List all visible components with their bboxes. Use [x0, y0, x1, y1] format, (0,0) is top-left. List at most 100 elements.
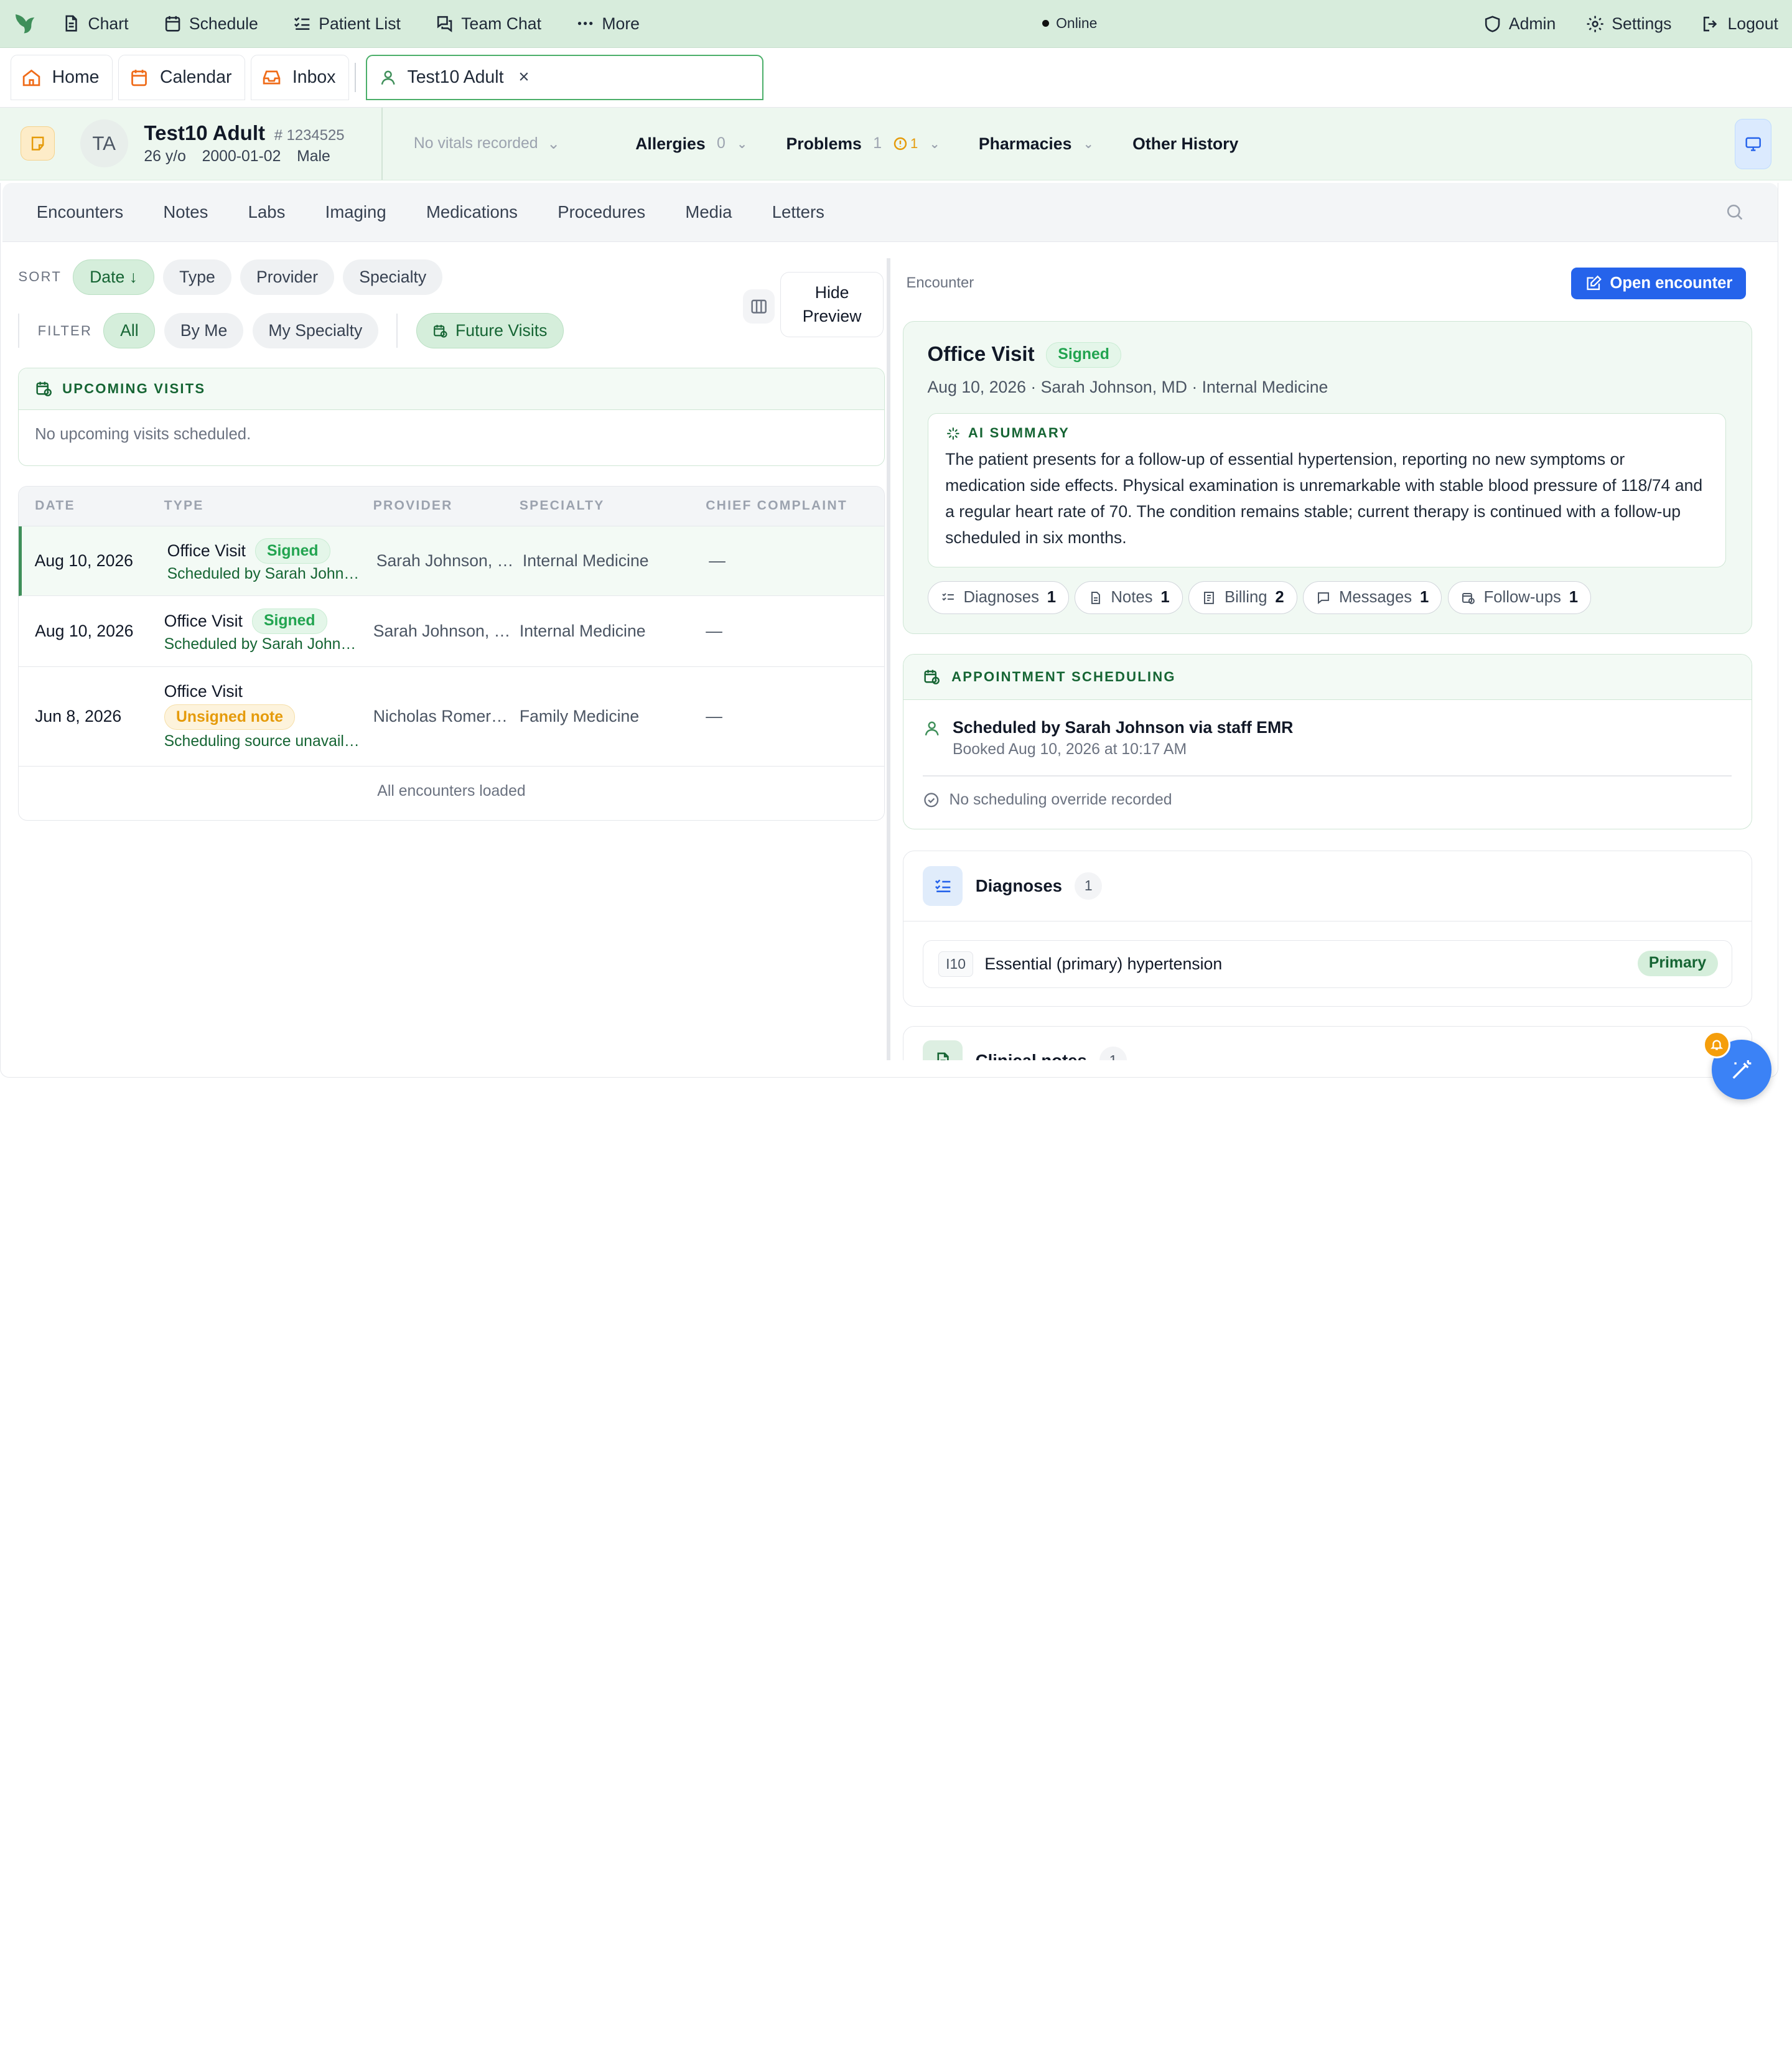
tab-inbox[interactable]: Inbox — [250, 54, 349, 101]
nav-settings[interactable]: Settings — [1585, 14, 1671, 34]
chevron-down-icon: ⌄ — [547, 136, 561, 153]
nav-more-label: More — [602, 14, 640, 33]
alert-circle-icon — [894, 138, 907, 151]
tab-imaging[interactable]: Imaging — [325, 202, 386, 222]
filter-by-me-chip[interactable]: By Me — [164, 313, 243, 349]
app-root: Chart Schedule Patient List Team Chat Mo… — [0, 0, 1792, 1120]
pill-follow-ups-count: 1 — [1569, 589, 1578, 607]
diagnoses-card: Diagnoses 1 I10 Essential (primary) hype… — [902, 850, 1752, 1007]
message-icon — [1318, 592, 1330, 604]
encounter-summary-card: Office Visit Signed Aug 10, 2026 · Sarah… — [902, 321, 1752, 635]
col-chief-complaint[interactable]: CHIEF COMPLAINT — [706, 498, 884, 513]
patient-sex: Male — [297, 147, 330, 165]
nav-team-chat[interactable]: Team Chat — [435, 14, 541, 33]
other-history-label: Other History — [1132, 134, 1239, 153]
pharmacies-dropdown[interactable]: Pharmacies ⌄ — [979, 134, 1094, 154]
filter-all-chip[interactable]: All — [103, 313, 156, 349]
tab-letters[interactable]: Letters — [772, 202, 824, 222]
other-history-button[interactable]: Other History — [1132, 134, 1238, 154]
pill-diagnoses[interactable]: Diagnoses 1 — [927, 581, 1070, 615]
document-icon — [923, 1040, 963, 1061]
row-provider: Sarah Johnson, … — [373, 621, 511, 640]
scheduled-by-row: Scheduled by Sarah Johnson via staff EMR… — [923, 718, 1293, 758]
col-type[interactable]: TYPE — [164, 498, 373, 513]
tab-labs[interactable]: Labs — [248, 202, 286, 222]
tab-home[interactable]: Home — [10, 54, 113, 101]
pill-notes[interactable]: Notes 1 — [1075, 581, 1183, 615]
pill-notes-count: 1 — [1160, 589, 1170, 607]
pill-notes-label: Notes — [1111, 589, 1153, 607]
sort-provider-chip[interactable]: Provider — [240, 259, 334, 295]
pill-billing[interactable]: Billing 2 — [1188, 581, 1297, 615]
nav-chart[interactable]: Chart — [62, 14, 129, 33]
row-type: Office Visit Unsigned note Scheduling so… — [164, 682, 373, 750]
sticky-note-button[interactable] — [21, 126, 55, 161]
pill-messages[interactable]: Messages 1 — [1303, 581, 1442, 615]
ellipsis-icon — [577, 22, 593, 26]
tab-notes[interactable]: Notes — [163, 202, 208, 222]
top-nav: Chart Schedule Patient List Team Chat Mo… — [0, 0, 1792, 49]
chevron-down-icon: ⌄ — [929, 137, 940, 151]
app-logo-icon[interactable] — [11, 10, 39, 37]
sort-specialty-chip[interactable]: Specialty — [343, 259, 442, 295]
logout-icon — [1704, 16, 1717, 32]
tab-procedures[interactable]: Procedures — [558, 202, 645, 222]
scheduling-header: APPOINTMENT SCHEDULING — [903, 654, 1752, 701]
diagnosis-item[interactable]: I10 Essential (primary) hypertension Pri… — [923, 940, 1732, 988]
scheduling-title: APPOINTMENT SCHEDULING — [951, 668, 1176, 684]
nav-patient-list[interactable]: Patient List — [292, 14, 401, 33]
table-row[interactable]: Aug 10, 2026 Office Visit Signed Schedul… — [19, 596, 884, 667]
panel-resize-handle[interactable] — [887, 258, 890, 1061]
col-specialty[interactable]: SPECIALTY — [520, 498, 706, 513]
future-visits-chip[interactable]: Future Visits — [416, 313, 564, 349]
nav-more[interactable]: More — [576, 14, 640, 33]
pill-diagnoses-count: 1 — [1047, 589, 1057, 607]
encounter-title-row: Office Visit Signed — [928, 342, 1122, 368]
filter-my-specialty-chip[interactable]: My Specialty — [252, 313, 379, 349]
col-provider[interactable]: PROVIDER — [373, 498, 520, 513]
patient-age: 26 y/o — [144, 147, 186, 165]
patient-name: Test10 Adult — [144, 122, 266, 146]
sort-type-chip[interactable]: Type — [163, 259, 231, 295]
vitals-dropdown[interactable]: No vitals recorded ⌄ — [414, 134, 635, 153]
open-encounter-button[interactable]: Open encounter — [1570, 267, 1747, 300]
receipt-icon — [1204, 591, 1215, 604]
nav-patient-list-label: Patient List — [319, 14, 401, 33]
tab-encounters[interactable]: Encounters — [37, 202, 123, 222]
columns-toggle-button[interactable] — [742, 289, 775, 324]
tab-patient[interactable]: Test10 Adult × — [355, 54, 764, 101]
encounters-table: DATE TYPE PROVIDER SPECIALTY CHIEF COMPL… — [18, 485, 885, 821]
tab-media[interactable]: Media — [685, 202, 732, 222]
nav-logout-label: Logout — [1727, 14, 1778, 34]
status-badge: Unsigned note — [164, 704, 296, 730]
monitor-button[interactable] — [1735, 119, 1771, 169]
status-badge: Signed — [254, 538, 330, 564]
calendar-clock-icon — [36, 381, 52, 397]
calendar-clock-icon — [1462, 592, 1475, 604]
nav-admin[interactable]: Admin — [1483, 14, 1556, 34]
checklist-icon — [294, 17, 310, 30]
diagnoses-header[interactable]: Diagnoses 1 — [903, 851, 1752, 922]
close-icon[interactable]: × — [518, 67, 529, 88]
tab-medications[interactable]: Medications — [426, 202, 518, 222]
search-icon[interactable] — [1725, 202, 1744, 226]
col-date[interactable]: DATE — [19, 498, 164, 513]
clinical-notes-header[interactable]: Clinical notes 1 — [923, 1040, 1127, 1061]
pill-follow-ups[interactable]: Follow-ups 1 — [1447, 581, 1592, 615]
shield-icon — [1485, 16, 1500, 32]
sort-date-chip[interactable]: Date ↓ — [73, 259, 154, 295]
table-row[interactable]: Jun 8, 2026 Office Visit Unsigned note S… — [19, 667, 884, 767]
workspace-tabs: Home Calendar Inbox Test10 Adult × — [0, 48, 1792, 108]
tab-calendar[interactable]: Calendar — [118, 54, 245, 101]
booked-text: Booked Aug 10, 2026 at 10:17 AM — [952, 740, 1187, 758]
hide-preview-button[interactable]: Hide Preview — [780, 272, 884, 337]
pill-diagnoses-label: Diagnoses — [963, 589, 1039, 607]
problems-dropdown[interactable]: Problems 1 1 ⌄ — [786, 134, 940, 154]
allergies-dropdown[interactable]: Allergies 0 ⌄ — [635, 134, 747, 154]
nav-logout[interactable]: Logout — [1701, 14, 1778, 34]
encounter-subtitle: Aug 10, 2026 · Sarah Johnson, MD · Inter… — [927, 378, 1328, 397]
nav-schedule[interactable]: Schedule — [163, 14, 258, 33]
table-row[interactable]: Aug 10, 2026 Office Visit Signed Schedul… — [19, 526, 884, 596]
problems-warning-count: 1 — [910, 136, 918, 152]
notification-bell-icon[interactable] — [1702, 1030, 1730, 1058]
